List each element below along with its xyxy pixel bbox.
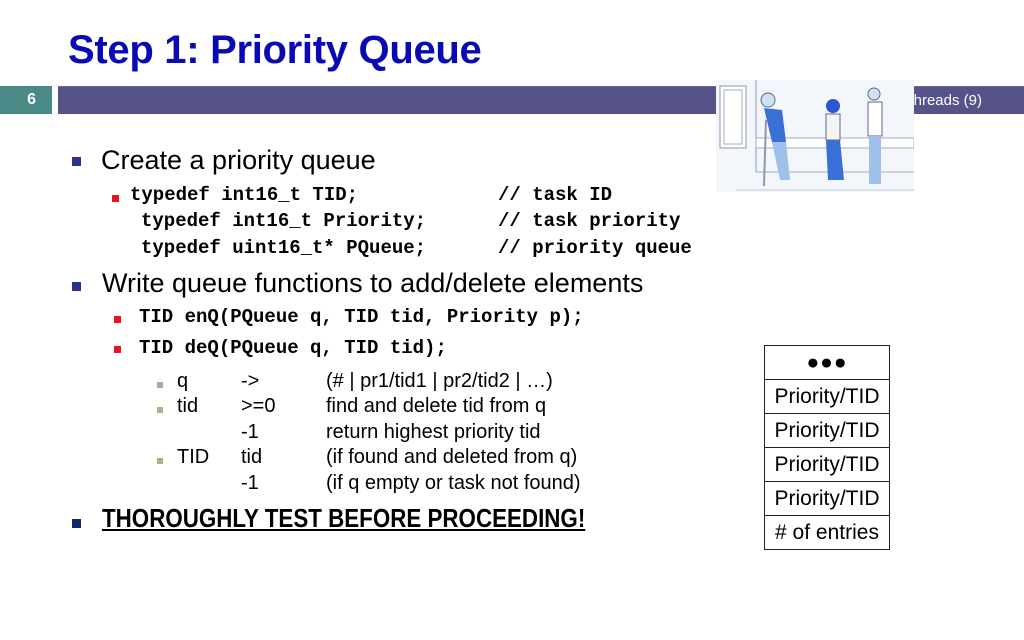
queue-cell-entry: Priority/TID: [764, 447, 890, 482]
queue-cell-entry: Priority/TID: [764, 413, 890, 448]
queue-diagram: ●●● Priority/TID Priority/TID Priority/T…: [764, 345, 890, 550]
param-bullet-icon: [157, 458, 163, 464]
slide-number: 6: [0, 86, 52, 114]
param-value: tid: [241, 446, 263, 468]
header-label: hreads (9): [913, 92, 982, 109]
param-desc: return highest priority tid: [326, 421, 541, 443]
typedef-pqueue: typedef uint16_t* PQueue;: [141, 237, 427, 259]
bullet-create-priority-queue: Create a priority queue: [101, 145, 376, 175]
slide-title: Step 1: Priority Queue: [68, 28, 482, 72]
param-name: tid: [177, 395, 199, 417]
param-bullet-icon: [157, 382, 163, 388]
bullet-icon: [72, 519, 81, 528]
param-name: TID: [177, 446, 210, 468]
param-value: ->: [241, 370, 260, 392]
param-value: >=0: [241, 395, 276, 417]
queue-cell-count: # of entries: [764, 515, 890, 550]
param-desc: (if q empty or task not found): [326, 472, 581, 494]
patients-queue-illustration: [716, 80, 915, 192]
sub-bullet-icon: [114, 316, 121, 323]
typedef-tid: typedef int16_t TID;: [130, 184, 359, 206]
sub-bullet-icon: [114, 346, 121, 353]
param-name: q: [177, 370, 189, 392]
param-value: -1: [241, 421, 259, 443]
param-bullet-icon: [157, 407, 163, 413]
param-desc: (# | pr1/tid1 | pr2/tid2 | …): [326, 370, 553, 392]
typedef-pqueue-comment: // priority queue: [498, 237, 692, 259]
param-desc: (if found and deleted from q): [326, 446, 578, 468]
typedef-tid-comment: // task ID: [498, 184, 613, 206]
bullet-icon: [72, 157, 81, 166]
function-enq: TID enQ(PQueue q, TID tid, Priority p);: [139, 306, 584, 328]
bullet-icon: [72, 282, 81, 291]
queue-cell-ellipsis: ●●●: [764, 345, 890, 380]
bullet-thoroughly-test: THOROUGHLY TEST BEFORE PROCEEDING!: [102, 503, 586, 533]
function-deq: TID deQ(PQueue q, TID tid);: [139, 337, 447, 359]
bullet-write-queue-functions: Write queue functions to add/delete elem…: [102, 268, 644, 298]
param-desc: find and delete tid from q: [326, 395, 547, 417]
typedef-priority-comment: // task priority: [498, 210, 681, 232]
queue-cell-entry: Priority/TID: [764, 481, 890, 516]
typedef-priority: typedef int16_t Priority;: [141, 210, 427, 232]
param-value: -1: [241, 472, 259, 494]
sub-bullet-icon: [112, 195, 119, 202]
queue-cell-entry: Priority/TID: [764, 379, 890, 414]
